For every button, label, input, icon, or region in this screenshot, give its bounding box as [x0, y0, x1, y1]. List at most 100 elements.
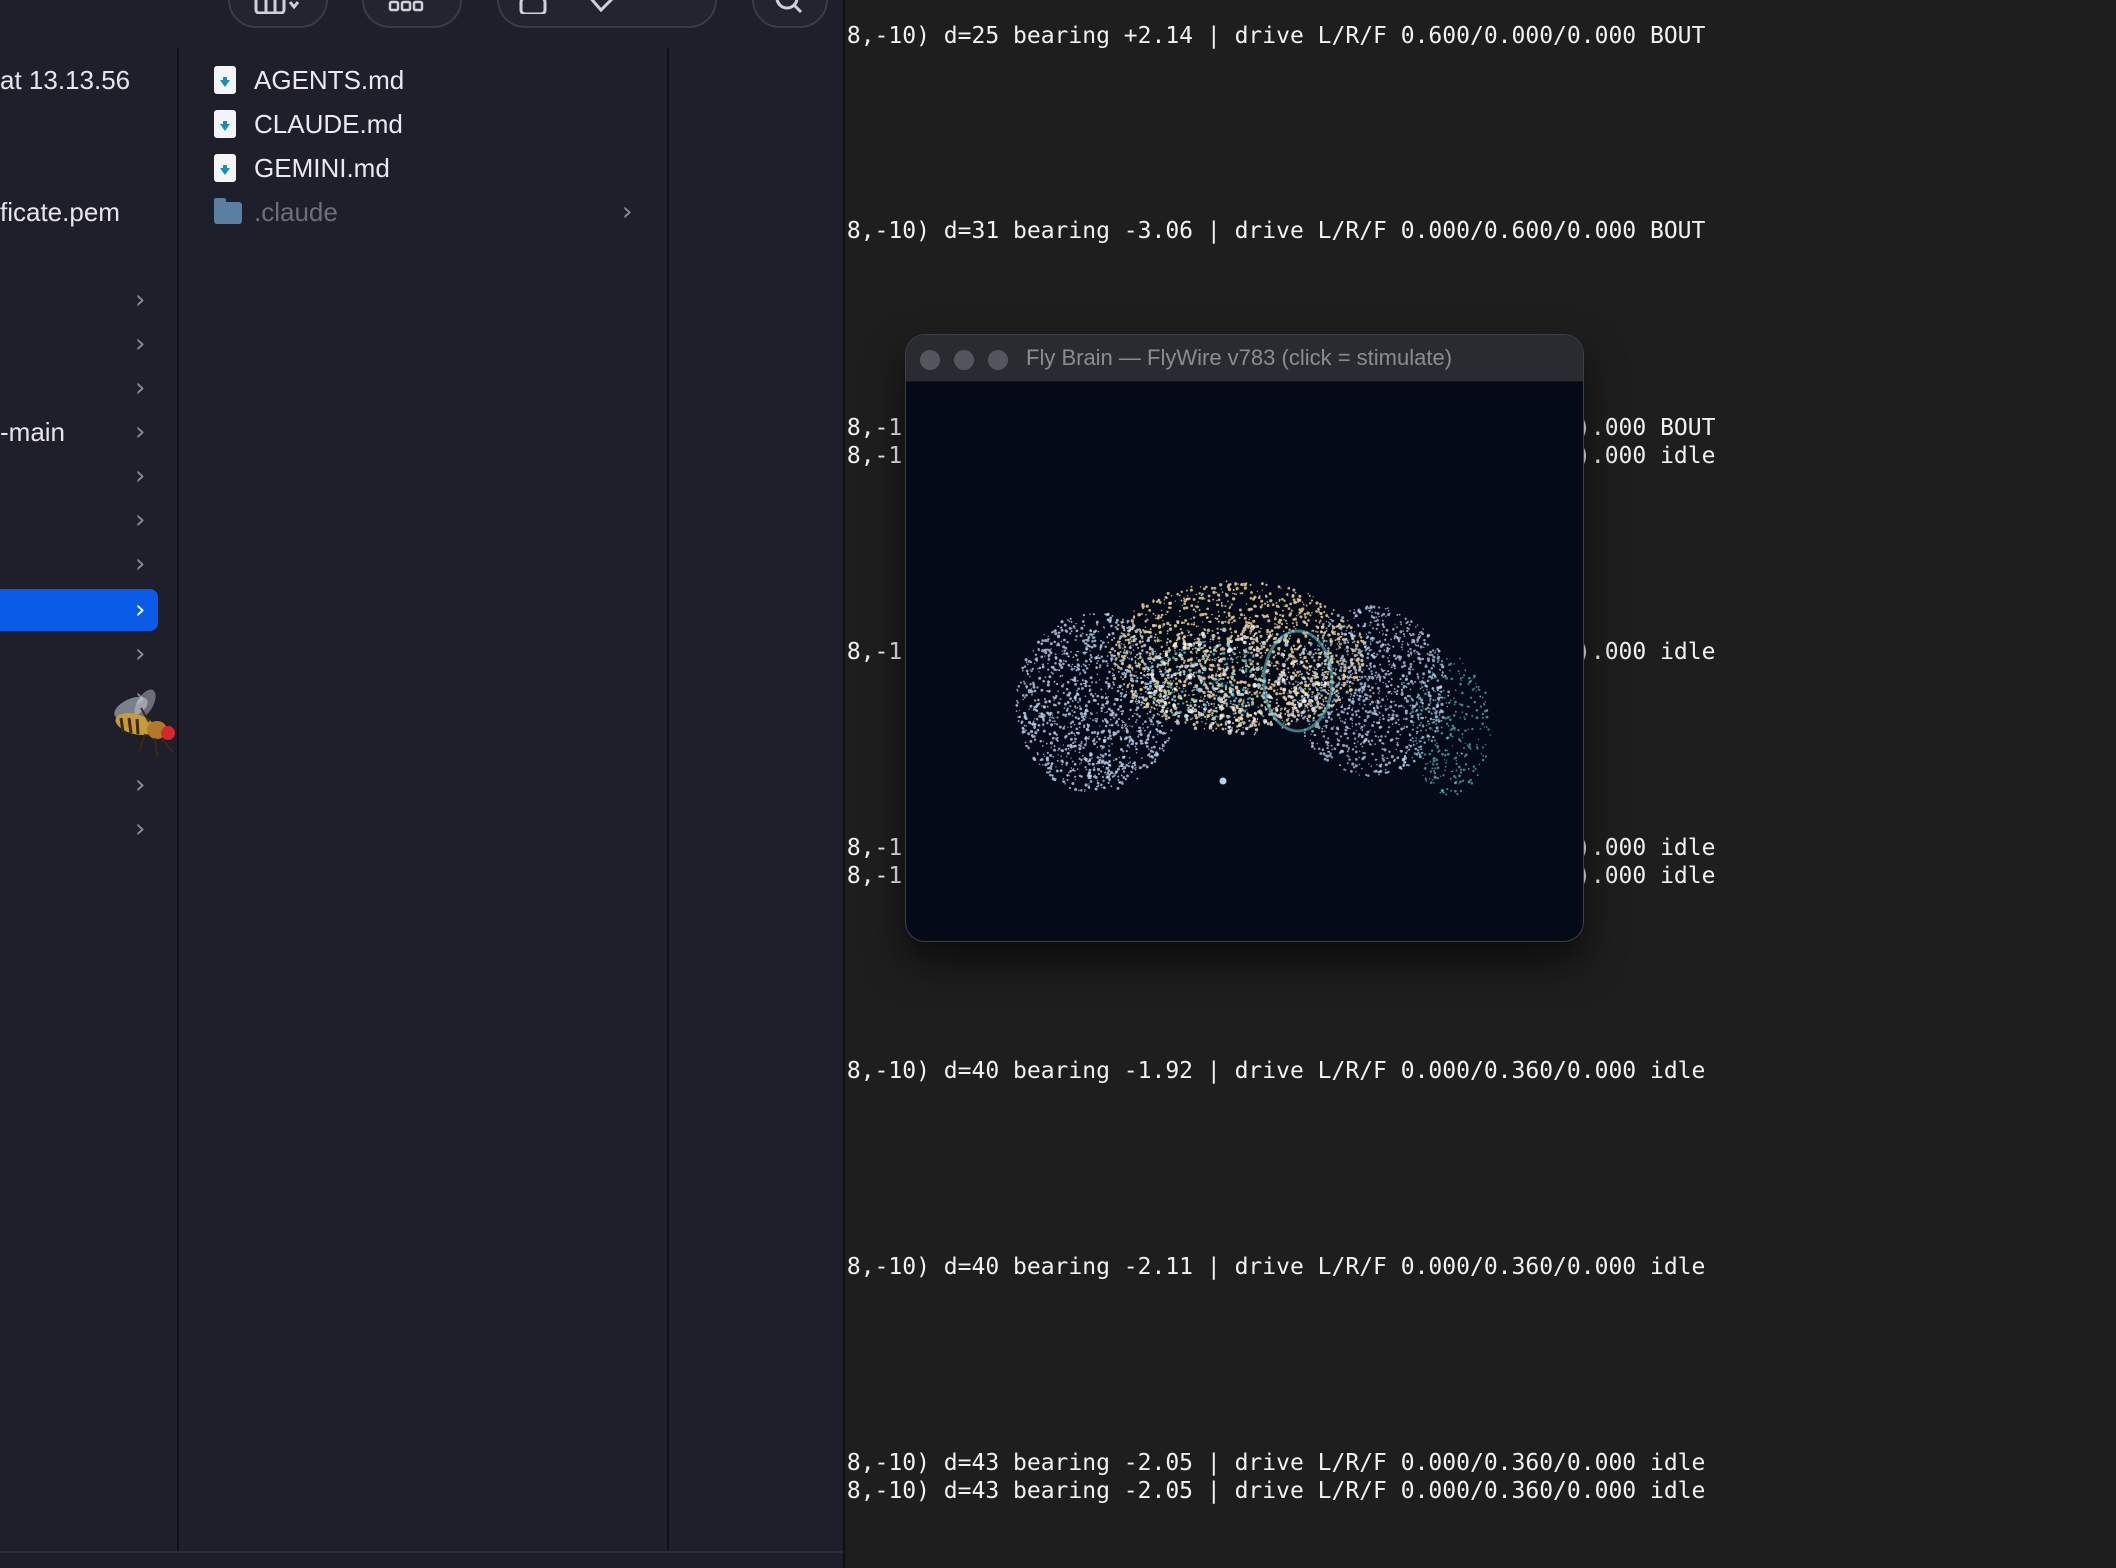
neuron-point	[1142, 696, 1144, 698]
neuron-point	[1376, 701, 1380, 705]
neuron-point	[1244, 726, 1249, 731]
column-item[interactable]: ›	[0, 632, 158, 676]
neuron-point	[1380, 705, 1383, 708]
column-item[interactable]: -main ›	[0, 410, 158, 454]
zoom-button[interactable]	[988, 350, 1008, 370]
search-button[interactable]	[752, 0, 828, 28]
neuron-point	[1376, 686, 1380, 690]
neuron-point	[1459, 703, 1461, 706]
neuron-point	[1084, 715, 1086, 718]
neuron-point	[1151, 650, 1155, 654]
column-item[interactable]: ›	[0, 454, 158, 498]
neuron-point	[1110, 709, 1114, 713]
column-item[interactable]: ›	[0, 322, 158, 366]
neuron-point	[1108, 753, 1111, 757]
folder-row[interactable]: .claude ›	[214, 190, 644, 234]
neuron-point	[1300, 688, 1305, 693]
close-button[interactable]	[920, 350, 940, 370]
column-item[interactable]: ›	[0, 366, 158, 410]
column-item[interactable]: ficate.pem	[0, 190, 158, 234]
neuron-point	[1067, 712, 1071, 716]
neuron-point	[1259, 605, 1263, 609]
fly-brain-window[interactable]: Fly Brain — FlyWire v783 (click = stimul…	[905, 334, 1584, 942]
neuron-point	[1288, 708, 1290, 711]
neuron-point	[1374, 743, 1377, 746]
column-item[interactable]: ›	[0, 763, 158, 807]
neuron-point	[1204, 715, 1207, 719]
neuron-point	[1351, 725, 1354, 727]
neuron-point	[1092, 636, 1095, 640]
neuron-point	[1351, 762, 1355, 766]
neuron-point	[1095, 741, 1098, 743]
neuron-point	[1233, 619, 1236, 623]
neuron-point	[1147, 670, 1149, 673]
neuron-point	[1320, 683, 1323, 687]
neuron-point	[1322, 752, 1326, 756]
neuron-point	[1086, 728, 1090, 732]
column-divider[interactable]	[667, 48, 669, 1551]
neuron-point	[1302, 603, 1305, 606]
neuron-point	[1321, 636, 1324, 640]
neuron-point	[1200, 696, 1202, 698]
column-item[interactable]: at 13.13.56	[0, 58, 158, 102]
neuron-point	[1346, 645, 1349, 649]
neuron-point	[1416, 624, 1419, 626]
share-tag-group[interactable]	[497, 0, 717, 28]
neuron-point	[1385, 628, 1389, 632]
neuron-point	[1336, 638, 1338, 641]
neuron-point	[1291, 687, 1293, 690]
neuron-point	[1155, 728, 1159, 731]
window-titlebar[interactable]: Fly Brain — FlyWire v783 (click = stimul…	[906, 335, 1583, 382]
neuron-point	[1339, 764, 1342, 767]
column-item[interactable]: ›	[0, 278, 158, 322]
neuron-point	[1104, 712, 1106, 714]
neuron-point	[1101, 659, 1105, 663]
neuron-point	[1131, 739, 1135, 743]
neuron-point	[1153, 753, 1157, 757]
neuron-point	[1211, 613, 1213, 616]
neuron-point	[1202, 656, 1204, 658]
neuron-point	[1228, 654, 1231, 657]
group-button[interactable]	[362, 0, 462, 28]
neuron-point	[1120, 712, 1124, 716]
column-item-selected[interactable]: ›	[0, 588, 158, 632]
neuron-point	[1232, 588, 1235, 591]
neuron-point	[1417, 656, 1421, 660]
neuron-point	[1354, 758, 1358, 761]
neuron-point	[1037, 667, 1039, 670]
neuron-point	[1233, 699, 1236, 703]
minimize-button[interactable]	[954, 350, 974, 370]
column-divider[interactable]	[177, 48, 179, 1551]
neuron-point	[1088, 690, 1091, 693]
neuron-point	[1468, 745, 1471, 749]
neuron-point	[1146, 639, 1150, 643]
neuron-point	[1440, 702, 1444, 706]
neuron-point	[1112, 731, 1116, 735]
terminal-line: (8,-1	[845, 443, 903, 469]
chevron-right-icon: ›	[135, 770, 146, 800]
neuron-point	[1272, 683, 1276, 687]
neuron-point	[1391, 738, 1394, 741]
neuron-point	[1174, 652, 1178, 656]
view-options-button[interactable]	[228, 0, 328, 28]
column-item[interactable]: ›	[0, 498, 158, 542]
neuron-point	[1403, 684, 1406, 688]
neuron-point	[1297, 638, 1300, 641]
neuron-point	[1471, 678, 1473, 680]
neuron-point	[1199, 586, 1202, 588]
neuron-point	[1350, 630, 1353, 632]
neuron-point	[1213, 697, 1216, 700]
neuron-point	[1288, 681, 1290, 683]
column-item[interactable]: ›	[0, 807, 158, 851]
column-item[interactable]: ›	[0, 542, 158, 586]
neuron-point	[1484, 701, 1487, 703]
neuron-point	[1060, 755, 1062, 757]
neuron-point	[1272, 664, 1275, 667]
neuron-point	[1159, 721, 1162, 724]
neuron-point	[1354, 723, 1358, 726]
neuron-point	[1389, 644, 1391, 647]
neuron-point	[1091, 757, 1093, 759]
neuron-point	[1215, 694, 1218, 697]
neuron-point	[1453, 703, 1456, 706]
brain-visualization-canvas[interactable]	[906, 381, 1583, 941]
